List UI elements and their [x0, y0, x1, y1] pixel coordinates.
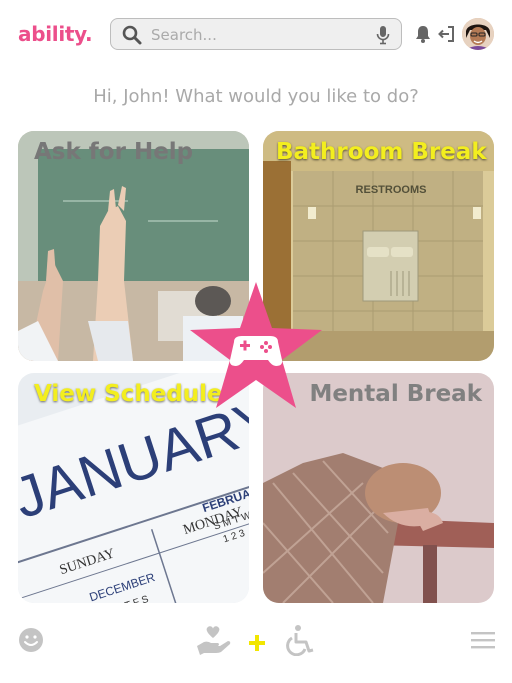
avatar-photo: [462, 18, 494, 50]
mic-icon[interactable]: [375, 25, 391, 45]
search-bar[interactable]: Search...: [110, 18, 402, 50]
bell-icon[interactable]: [414, 24, 432, 44]
search-input[interactable]: Search...: [151, 26, 217, 44]
tile-title: Mental Break: [309, 381, 482, 407]
menu-icon[interactable]: [470, 630, 496, 650]
game-star-button[interactable]: [186, 280, 326, 412]
heart-hand-icon[interactable]: [196, 624, 232, 656]
greeting-text: Hi, John! What would you like to do?: [93, 86, 419, 107]
wheelchair-icon[interactable]: [284, 624, 316, 656]
user-avatar[interactable]: [462, 18, 494, 50]
logout-icon[interactable]: [438, 24, 456, 44]
search-icon[interactable]: [121, 24, 143, 46]
tile-title: Ask for Help: [34, 139, 194, 165]
smiley-icon[interactable]: [18, 627, 44, 653]
plus-icon[interactable]: [248, 634, 266, 652]
app-logo[interactable]: ability.: [18, 22, 93, 46]
header-bar: ability. Search...: [0, 0, 512, 70]
tile-title: Bathroom Break: [276, 139, 487, 165]
